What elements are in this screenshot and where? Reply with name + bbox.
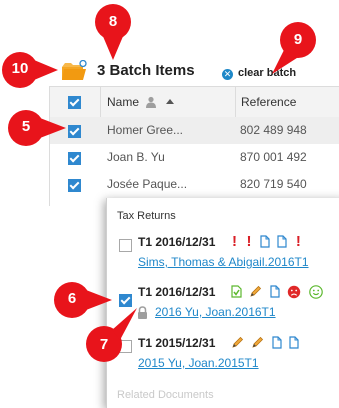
callout-number-8: 8 bbox=[108, 13, 118, 30]
tax-return-item: T1 2016/12/31 2016 Yu, Joan.2016T1 bbox=[119, 281, 339, 325]
document-icon[interactable] bbox=[270, 285, 280, 298]
row-checkbox[interactable] bbox=[68, 179, 81, 192]
document-icon[interactable] bbox=[277, 235, 287, 248]
lock-icon bbox=[138, 306, 147, 319]
batch-folder-icon bbox=[62, 60, 87, 80]
tax-return-period: T1 2016/12/31 bbox=[138, 285, 216, 299]
document-icon[interactable] bbox=[272, 336, 282, 349]
happy-face-icon[interactable] bbox=[309, 284, 323, 299]
callout-number-6: 6 bbox=[67, 290, 77, 307]
alert-icon[interactable]: ! bbox=[245, 233, 252, 250]
pencil-icon[interactable] bbox=[231, 336, 244, 349]
select-all-checkbox[interactable] bbox=[68, 96, 81, 109]
batch-grid: Name Reference (SIN/BN) Homer Gree... 80… bbox=[50, 86, 339, 206]
sort-ascending-icon[interactable] bbox=[165, 96, 175, 108]
clear-icon: ✕ bbox=[222, 69, 233, 80]
reference-column-header[interactable]: Reference (SIN/BN) bbox=[235, 87, 339, 139]
table-row[interactable]: Homer Gree... 802 489 948 bbox=[50, 117, 339, 144]
pencil-icon[interactable] bbox=[249, 285, 262, 298]
table-row[interactable]: Joan B. Yu 870 001 492 bbox=[50, 144, 339, 171]
callout-marker bbox=[95, 4, 131, 60]
document-icon[interactable] bbox=[289, 336, 299, 349]
status-icons bbox=[231, 283, 326, 301]
batch-items-title: 3 Batch Items bbox=[97, 62, 195, 79]
row-name: Homer Gree... bbox=[107, 123, 184, 137]
tax-returns-heading: Tax Returns bbox=[117, 210, 176, 222]
person-icon bbox=[146, 96, 156, 108]
row-name: Josée Paque... bbox=[107, 177, 188, 191]
row-reference: 802 489 948 bbox=[240, 123, 307, 137]
callout-number-9: 9 bbox=[293, 31, 303, 48]
row-checkbox[interactable] bbox=[68, 125, 81, 138]
document-check-icon[interactable] bbox=[231, 285, 242, 298]
name-column-label: Name bbox=[107, 95, 140, 109]
status-icons bbox=[231, 334, 302, 352]
name-column-header[interactable]: Name bbox=[100, 87, 234, 117]
tax-return-item: T1 2015/12/31 2015 Yu, Joan.2015T1 bbox=[119, 332, 339, 376]
row-checkbox[interactable] bbox=[68, 152, 81, 165]
tax-return-period: T1 2016/12/31 bbox=[138, 235, 216, 249]
row-reference: 870 001 492 bbox=[240, 150, 307, 164]
grid-header: Name Reference (SIN/BN) bbox=[50, 86, 339, 139]
row-name: Joan B. Yu bbox=[107, 150, 165, 164]
callout-number-7: 7 bbox=[99, 336, 109, 353]
alert-icon[interactable]: ! bbox=[231, 233, 238, 250]
row-reference: 820 719 540 bbox=[240, 177, 307, 191]
document-icon[interactable] bbox=[260, 235, 270, 248]
tax-return-item: T1 2016/12/31 ! ! ! Sims, Thomas & Abiga… bbox=[119, 231, 339, 275]
tax-return-link[interactable]: Sims, Thomas & Abigail.2016T1 bbox=[138, 255, 309, 269]
related-documents-heading: Related Documents bbox=[117, 389, 214, 401]
callout-number-5: 5 bbox=[21, 118, 31, 135]
table-row[interactable]: Josée Paque... 820 719 540 bbox=[50, 171, 339, 198]
tax-returns-popover: Tax Returns T1 2016/12/31 ! ! ! Sims, Th… bbox=[106, 198, 339, 408]
pencil-icon[interactable] bbox=[251, 336, 264, 349]
tax-return-link[interactable]: 2015 Yu, Joan.2015T1 bbox=[138, 356, 259, 370]
callout-number-10: 10 bbox=[11, 60, 29, 77]
tax-return-checkbox[interactable] bbox=[119, 239, 132, 252]
sad-face-icon[interactable] bbox=[287, 285, 301, 299]
tax-return-link[interactable]: 2016 Yu, Joan.2016T1 bbox=[155, 305, 276, 319]
alert-icon[interactable]: ! bbox=[295, 233, 302, 250]
tax-return-period: T1 2015/12/31 bbox=[138, 336, 216, 350]
status-icons: ! ! ! bbox=[231, 233, 305, 251]
